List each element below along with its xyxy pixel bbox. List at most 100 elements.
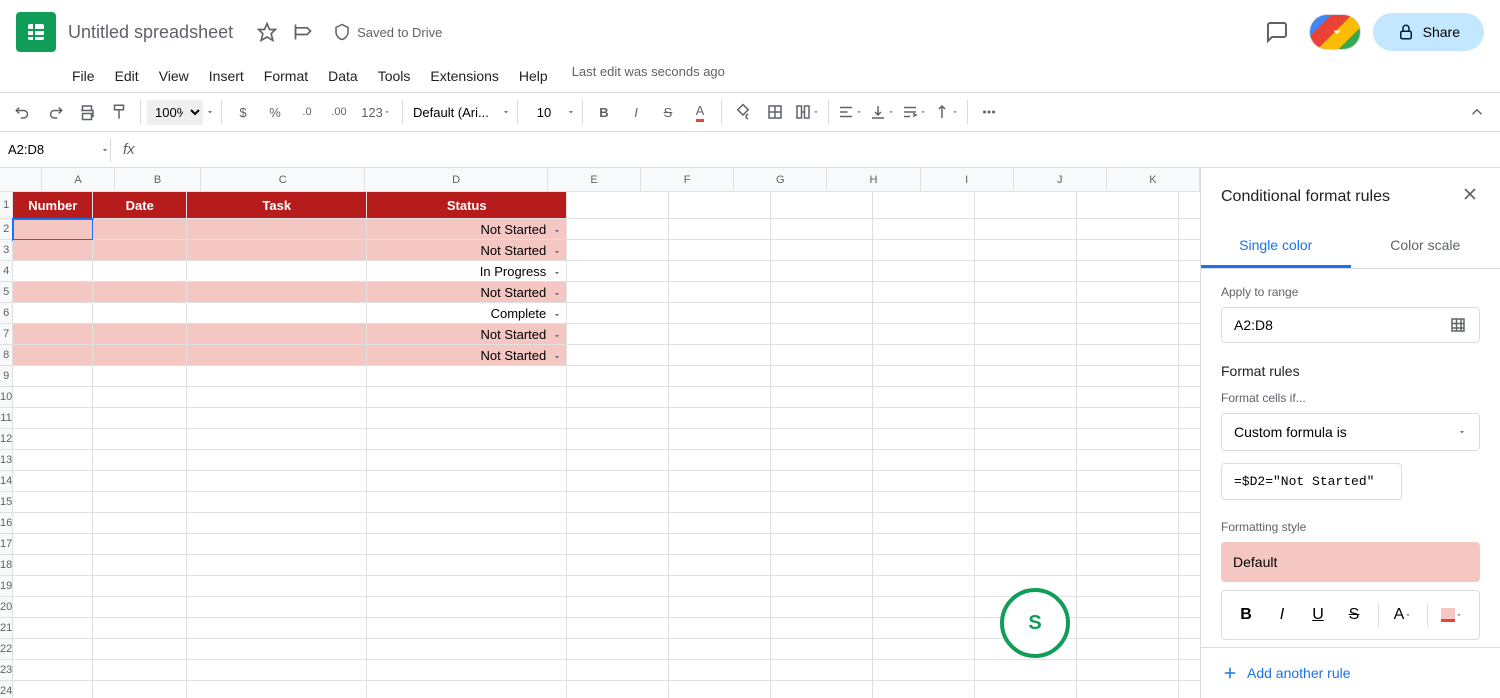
cell[interactable]: [367, 681, 567, 698]
cell[interactable]: [367, 429, 567, 450]
cell[interactable]: [567, 429, 669, 450]
cell[interactable]: [187, 639, 367, 660]
cell[interactable]: [1077, 219, 1179, 240]
row-header[interactable]: 7: [0, 324, 13, 345]
cell[interactable]: [975, 324, 1077, 345]
cell[interactable]: [771, 513, 873, 534]
cell[interactable]: [1179, 618, 1200, 639]
cell[interactable]: [187, 240, 367, 261]
cell[interactable]: [669, 303, 771, 324]
cell[interactable]: [93, 303, 187, 324]
cell[interactable]: [771, 303, 873, 324]
more-formats-button[interactable]: 123: [356, 97, 396, 127]
cell[interactable]: [975, 660, 1077, 681]
menu-view[interactable]: View: [151, 64, 197, 88]
cell[interactable]: [187, 471, 367, 492]
menu-edit[interactable]: Edit: [107, 64, 147, 88]
cell[interactable]: [771, 639, 873, 660]
cell[interactable]: [873, 303, 975, 324]
cell[interactable]: Not Started: [367, 282, 567, 303]
cell[interactable]: [567, 555, 669, 576]
cell[interactable]: [873, 192, 975, 219]
cell[interactable]: [771, 576, 873, 597]
cell[interactable]: [93, 219, 187, 240]
cell[interactable]: [1179, 471, 1200, 492]
cell[interactable]: [873, 387, 975, 408]
cell[interactable]: [669, 597, 771, 618]
cell[interactable]: [13, 450, 93, 471]
cell[interactable]: [873, 534, 975, 555]
cell[interactable]: [669, 366, 771, 387]
cell[interactable]: [771, 324, 873, 345]
borders-button[interactable]: [760, 97, 790, 127]
cell[interactable]: [93, 240, 187, 261]
row-header[interactable]: 17: [0, 534, 13, 555]
dropdown-icon[interactable]: [552, 329, 562, 339]
strikethrough-button[interactable]: S: [653, 97, 683, 127]
cell[interactable]: [975, 303, 1077, 324]
row-header[interactable]: 2: [0, 219, 13, 240]
cell[interactable]: [669, 639, 771, 660]
cell[interactable]: [669, 681, 771, 698]
cell[interactable]: [13, 282, 93, 303]
cell[interactable]: [567, 576, 669, 597]
text-color-button[interactable]: A: [1387, 599, 1419, 631]
italic-button[interactable]: I: [621, 97, 651, 127]
cell[interactable]: [13, 345, 93, 366]
row-header[interactable]: 12: [0, 429, 13, 450]
cell[interactable]: [187, 261, 367, 282]
cell[interactable]: [93, 681, 187, 698]
cell[interactable]: [873, 261, 975, 282]
cell[interactable]: [1077, 366, 1179, 387]
cell[interactable]: [1077, 408, 1179, 429]
cell[interactable]: [13, 429, 93, 450]
cell[interactable]: [187, 387, 367, 408]
bold-button[interactable]: B: [589, 97, 619, 127]
currency-button[interactable]: $: [228, 97, 258, 127]
cell[interactable]: [771, 429, 873, 450]
cell[interactable]: [771, 660, 873, 681]
cell[interactable]: [1179, 261, 1200, 282]
cell[interactable]: [669, 513, 771, 534]
cell[interactable]: [669, 555, 771, 576]
cell[interactable]: [771, 597, 873, 618]
cell[interactable]: [771, 555, 873, 576]
cell[interactable]: [567, 513, 669, 534]
star-icon[interactable]: [253, 18, 281, 46]
cell[interactable]: [1179, 576, 1200, 597]
cell[interactable]: [975, 429, 1077, 450]
cell[interactable]: [669, 534, 771, 555]
cell[interactable]: [1179, 219, 1200, 240]
cell[interactable]: [1179, 408, 1200, 429]
meet-button[interactable]: [1309, 14, 1361, 50]
cell[interactable]: [567, 261, 669, 282]
cell[interactable]: [1179, 513, 1200, 534]
cell[interactable]: [1179, 282, 1200, 303]
range-input[interactable]: [1234, 317, 1449, 333]
percent-button[interactable]: %: [260, 97, 290, 127]
cell[interactable]: [1179, 681, 1200, 698]
cell[interactable]: [1179, 429, 1200, 450]
cell[interactable]: [93, 618, 187, 639]
cell[interactable]: [975, 345, 1077, 366]
cell[interactable]: [771, 534, 873, 555]
col-header-d[interactable]: D: [365, 168, 548, 191]
col-header-a[interactable]: A: [42, 168, 115, 191]
cell[interactable]: [1077, 513, 1179, 534]
cell[interactable]: [1077, 429, 1179, 450]
cell[interactable]: [187, 597, 367, 618]
cell[interactable]: [1077, 282, 1179, 303]
comment-history-icon[interactable]: [1257, 12, 1297, 52]
cell[interactable]: [1077, 345, 1179, 366]
strikethrough-button[interactable]: S: [1338, 599, 1370, 631]
cell[interactable]: [13, 681, 93, 698]
cell[interactable]: [669, 576, 771, 597]
cell[interactable]: [367, 492, 567, 513]
cell[interactable]: [187, 303, 367, 324]
bold-button[interactable]: B: [1230, 599, 1262, 631]
row-header[interactable]: 22: [0, 639, 13, 660]
cell[interactable]: [1077, 387, 1179, 408]
cell[interactable]: [567, 408, 669, 429]
cell[interactable]: [669, 192, 771, 219]
cell[interactable]: [873, 366, 975, 387]
